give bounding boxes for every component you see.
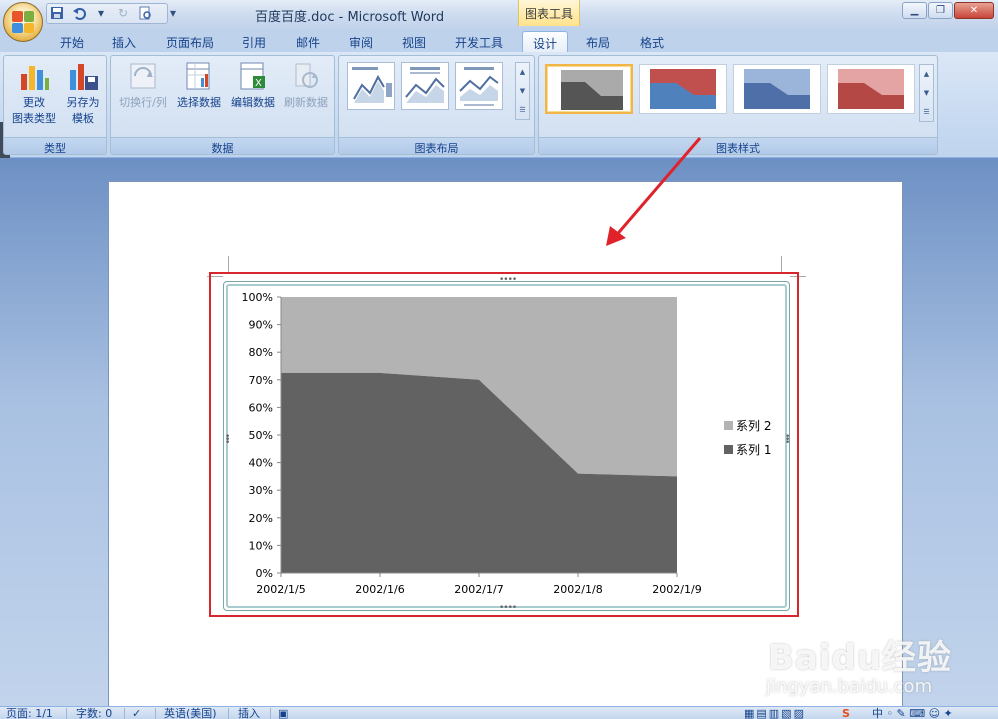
scroll-up-icon[interactable]: ▲ [924,70,929,78]
status-word-count[interactable]: 字数: 0 [76,707,112,719]
window-controls: ▁ ❐ ✕ [902,2,994,19]
select-data-button[interactable]: 选择数据 [173,60,225,111]
edit-data-button[interactable]: X 编辑数据 [227,60,279,111]
red-arrow [606,137,702,246]
qat-customize-icon[interactable]: ▾ [164,4,182,22]
tab-developer[interactable]: 开发工具 [448,31,510,52]
restore-icon[interactable]: ❐ [928,2,953,19]
chart-style-red-thumb[interactable] [827,64,915,114]
tab-chart-layout[interactable]: 布局 [578,31,618,52]
chart-layout-1-thumb[interactable] [347,62,395,110]
chart-style-blue-red-thumb[interactable] [639,64,727,114]
highlight-box [209,272,799,617]
chart-tools-context-label: 图表工具 [518,0,580,26]
switch-row-column-button[interactable]: 切换行/列 [115,60,171,111]
gallery-more-icon[interactable]: ☰ [923,108,929,116]
chart-layout-3-thumb[interactable] [455,62,503,110]
save-template-line1: 另存为 [66,96,100,109]
status-bar: 页面: 1/1 字数: 0 ✓ 英语(美国) 插入 ▣ ▦▤▥▧▨ S 中 ◦ … [0,706,998,719]
ribbon: 更改 图表类型 另存为 模板 类型 切换行/列 选择数据 X 编辑数据 刷新数据… [0,52,998,184]
group-chart-layouts-label: 图表布局 [339,137,534,155]
refresh-data-button[interactable]: 刷新数据 [279,60,333,111]
group-type-label: 类型 [4,137,106,155]
save-template-icon [67,60,99,92]
save-as-template-button[interactable]: 另存为 模板 [58,60,108,127]
group-chart-layouts: ▲ ▼ ☰ 图表布局 [338,55,535,155]
select-data-icon [183,60,215,92]
title-bar: ▾ ↻ ▾ 百度百度.doc - Microsoft Word 图表工具 ▁ ❐… [0,0,998,28]
group-data: 切换行/列 选择数据 X 编辑数据 刷新数据 数据 [110,55,335,155]
quick-access-buttons: ▾ ↻ ▾ [48,4,182,22]
watermark-brand: Baidu经验 [768,638,953,678]
change-chart-type-button[interactable]: 更改 图表类型 [8,60,60,127]
tab-view[interactable]: 视图 [394,31,434,52]
tab-insert[interactable]: 插入 [104,31,144,52]
change-type-line2: 图表类型 [12,112,56,125]
view-buttons[interactable]: ▦▤▥▧▨ [744,707,806,719]
group-type: 更改 图表类型 另存为 模板 类型 [3,55,107,155]
office-button[interactable] [3,2,43,42]
scroll-down-icon[interactable]: ▼ [924,89,929,97]
gallery-more-icon[interactable]: ☰ [519,106,525,114]
scroll-up-icon[interactable]: ▲ [520,68,525,76]
switch-row-column-label: 切换行/列 [119,96,167,109]
close-icon[interactable]: ✕ [954,2,994,19]
refresh-data-label: 刷新数据 [284,96,328,109]
chevron-down-icon[interactable]: ▾ [92,4,110,22]
group-chart-styles: ▲ ▼ ☰ 图表样式 [538,55,938,155]
tab-mailings[interactable]: 邮件 [288,31,328,52]
chart-type-icon [18,60,50,92]
select-data-label: 选择数据 [177,96,221,109]
edit-data-icon: X [237,60,269,92]
ime-logo-icon[interactable]: S [842,707,850,719]
baidu-watermark: Baidu经验 [768,630,952,679]
office-logo-icon [12,11,34,33]
ime-toolbar-icons[interactable]: 中 ◦ ✎ ⌨ ☺ ✦ [872,707,953,719]
styles-gallery-scroll[interactable]: ▲ ▼ ☰ [919,64,934,122]
status-insert-mode[interactable]: 插入 [238,707,260,719]
group-chart-styles-label: 图表样式 [539,137,937,155]
tab-home[interactable]: 开始 [52,31,92,52]
macro-record-icon[interactable]: ▣ [278,707,288,719]
save-template-line2: 模板 [72,112,94,125]
tab-review[interactable]: 审阅 [341,31,381,52]
window-title: 百度百度.doc - Microsoft Word [255,10,445,25]
ribbon-tabs: 开始 插入 页面布局 引用 邮件 审阅 视图 开发工具 设计 布局 格式 [0,28,998,52]
group-data-label: 数据 [111,137,334,155]
switch-row-column-icon [127,60,159,92]
change-type-line1: 更改 [23,96,45,109]
proofing-icon[interactable]: ✓ [132,707,141,719]
chart-style-gray-thumb[interactable] [545,64,633,114]
chart-style-blue-thumb[interactable] [733,64,821,114]
undo-icon[interactable] [70,4,88,22]
save-icon[interactable] [48,4,66,22]
chart-styles-gallery [545,64,915,114]
scroll-down-icon[interactable]: ▼ [520,87,525,95]
redo-icon[interactable]: ↻ [114,4,132,22]
status-page[interactable]: 页面: 1/1 [6,707,53,719]
chart-layouts-gallery [347,62,503,110]
print-preview-icon[interactable] [136,4,154,22]
svg-text:X: X [255,78,262,89]
watermark-url: jingyan.baidu.com [766,676,933,697]
edit-data-label: 编辑数据 [231,96,275,109]
tab-references[interactable]: 引用 [234,31,274,52]
tab-page-layout[interactable]: 页面布局 [160,31,220,52]
refresh-data-icon [290,60,322,92]
chart-layout-2-thumb[interactable] [401,62,449,110]
status-language[interactable]: 英语(美国) [164,707,217,719]
tab-format[interactable]: 格式 [632,31,672,52]
crop-mark [781,256,782,273]
layouts-gallery-scroll[interactable]: ▲ ▼ ☰ [515,62,530,120]
tab-design[interactable]: 设计 [522,31,568,52]
crop-mark [228,256,229,273]
minimize-icon[interactable]: ▁ [902,2,927,19]
